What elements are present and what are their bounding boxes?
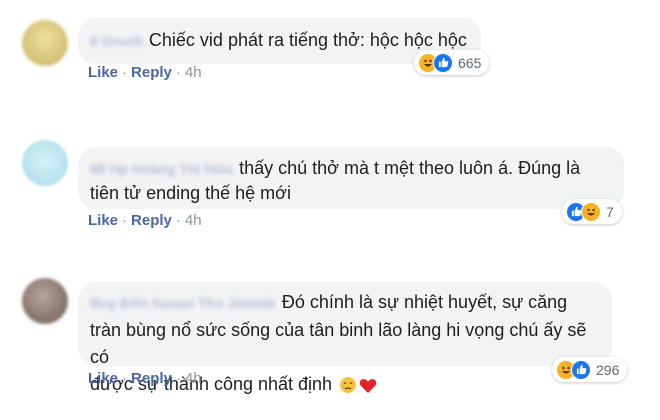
like-reaction-icon: [571, 359, 591, 380]
separator: ·: [175, 212, 181, 229]
comment-actions: Like · Reply · 4h: [88, 64, 202, 81]
avatar[interactable]: [22, 278, 68, 324]
reaction-summary[interactable]: 665: [414, 50, 490, 75]
timestamp[interactable]: 4h: [185, 370, 202, 387]
comment-bubble: Mĩ Hp Hoàng Thị Hữu thấy chú thở mà t mệt…: [78, 147, 624, 209]
reply-link[interactable]: Reply: [131, 370, 172, 387]
comment-actions: Like · Reply · 4h: [88, 212, 202, 229]
comment-text-line-2: tiên tử ending thế hệ mới: [90, 183, 291, 203]
like-link[interactable]: Like: [88, 64, 118, 81]
timestamp[interactable]: 4h: [185, 64, 202, 81]
commenter-name[interactable]: Mĩ Hp Hoàng Thị Hữu: [90, 156, 233, 183]
reply-link[interactable]: Reply: [131, 64, 172, 81]
avatar[interactable]: [22, 20, 68, 66]
reaction-summary[interactable]: 7: [562, 199, 622, 224]
crying-emoji-icon: [339, 375, 357, 402]
like-reaction-icon: [433, 52, 453, 73]
separator: ·: [122, 370, 128, 387]
separator: ·: [122, 212, 128, 229]
avatar[interactable]: [22, 140, 68, 186]
commenter-name[interactable]: Ii Grush: [90, 28, 143, 55]
reaction-count: 665: [458, 54, 482, 71]
haha-reaction-icon: [581, 201, 601, 222]
separator: ·: [175, 64, 181, 81]
comment-actions: Like · Reply · 4h: [88, 370, 202, 387]
timestamp[interactable]: 4h: [185, 212, 202, 229]
comment-text-line-1: Đó chính là sự nhiệt huyết, sự căng: [281, 292, 568, 312]
comment-text-line-2: tràn bùng nổ sức sống của tân binh lão l…: [90, 320, 587, 367]
comment-text-line-1: thấy chú thở mà t mệt theo luôn á. Đúng …: [239, 158, 581, 178]
like-link[interactable]: Like: [88, 370, 118, 387]
separator: ·: [175, 370, 181, 387]
comment-bubble: Boy Đốn Suoan Tho Jimmie Đó chính là sự n…: [78, 282, 612, 394]
like-link[interactable]: Like: [88, 212, 118, 229]
commenter-name[interactable]: Boy Đốn Suoan Tho Jimmie: [90, 290, 276, 317]
reaction-count: 7: [606, 203, 614, 220]
separator: ·: [122, 64, 128, 81]
heart-emoji-icon: [359, 375, 377, 402]
reaction-summary[interactable]: 296: [552, 357, 628, 382]
comment-text: Chiếc vid phát ra tiếng thở: hộc hộc hộc: [148, 30, 467, 50]
reply-link[interactable]: Reply: [131, 212, 172, 229]
reaction-count: 296: [596, 361, 620, 378]
